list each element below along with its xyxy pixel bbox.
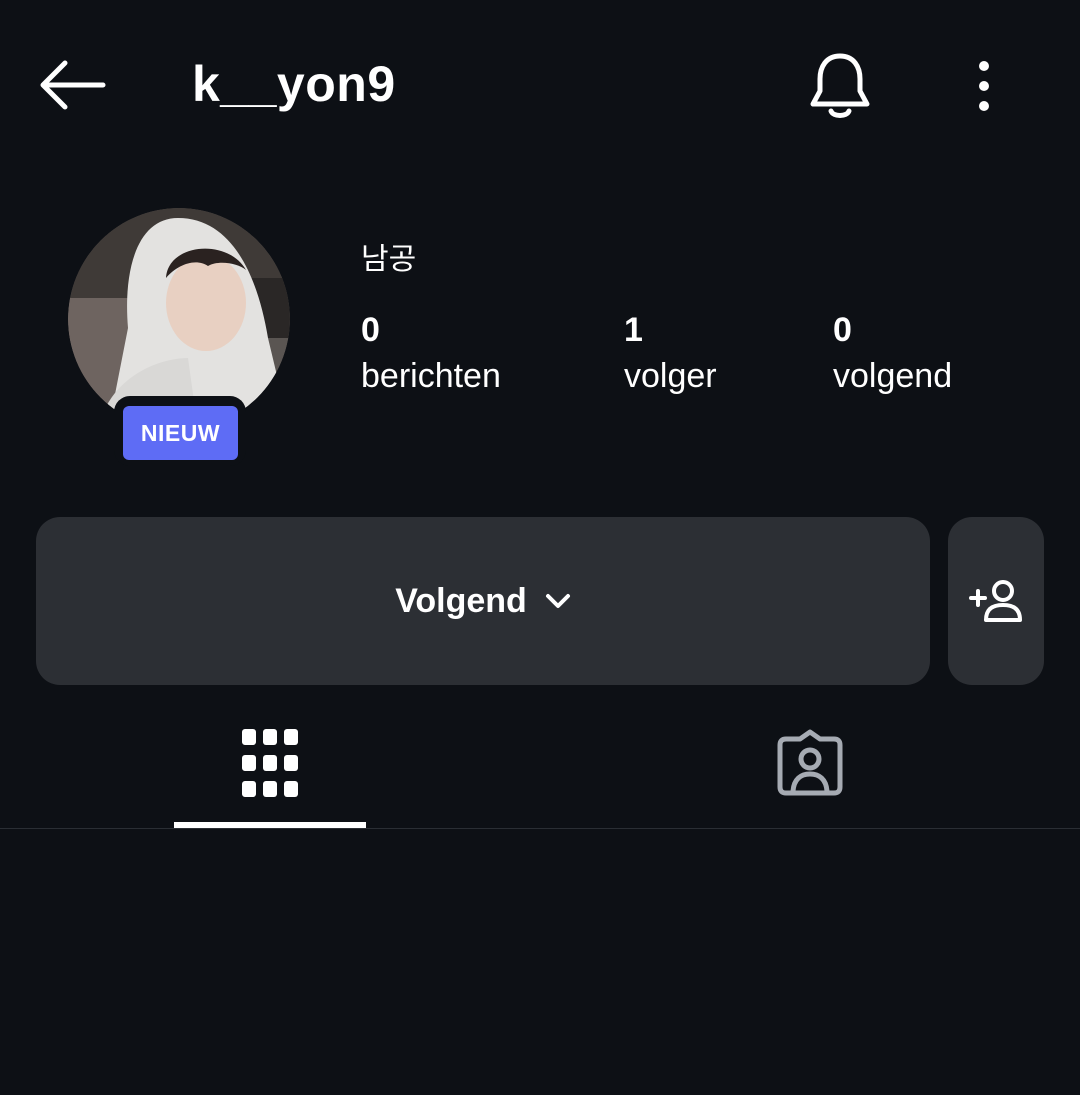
stat-posts-label: berichten	[361, 357, 501, 395]
add-person-icon	[969, 580, 1022, 622]
profile-display-name: 남공	[361, 242, 417, 277]
stat-following-label: volgend	[833, 357, 953, 395]
profile-username: k__yon9	[192, 56, 396, 112]
tabs-divider	[0, 828, 1080, 829]
notifications-button[interactable]	[800, 46, 880, 126]
bell-icon	[810, 53, 870, 118]
following-button[interactable]: Volgend	[36, 517, 930, 685]
new-badge: NIEUW	[123, 406, 238, 460]
more-vertical-icon	[979, 61, 989, 111]
stat-followers[interactable]: 1 volger	[624, 310, 717, 402]
more-options-button[interactable]	[956, 50, 1012, 122]
stat-followers-value: 1	[624, 311, 643, 349]
stat-following[interactable]: 0 volgend	[833, 310, 952, 402]
following-button-label: Volgend	[395, 581, 527, 620]
stat-following-value: 0	[833, 311, 852, 349]
tab-posts-grid[interactable]	[0, 700, 540, 826]
tab-tagged[interactable]	[540, 700, 1080, 826]
back-button[interactable]	[30, 48, 114, 122]
stat-posts[interactable]: 0 berichten	[361, 310, 501, 402]
stat-posts-value: 0	[361, 311, 380, 349]
tagged-icon	[777, 729, 843, 796]
grid-icon	[242, 729, 298, 797]
stat-followers-label: volger	[624, 357, 717, 395]
chevron-down-icon	[545, 594, 570, 608]
suggest-people-button[interactable]	[948, 517, 1044, 685]
arrow-left-icon	[40, 60, 106, 110]
